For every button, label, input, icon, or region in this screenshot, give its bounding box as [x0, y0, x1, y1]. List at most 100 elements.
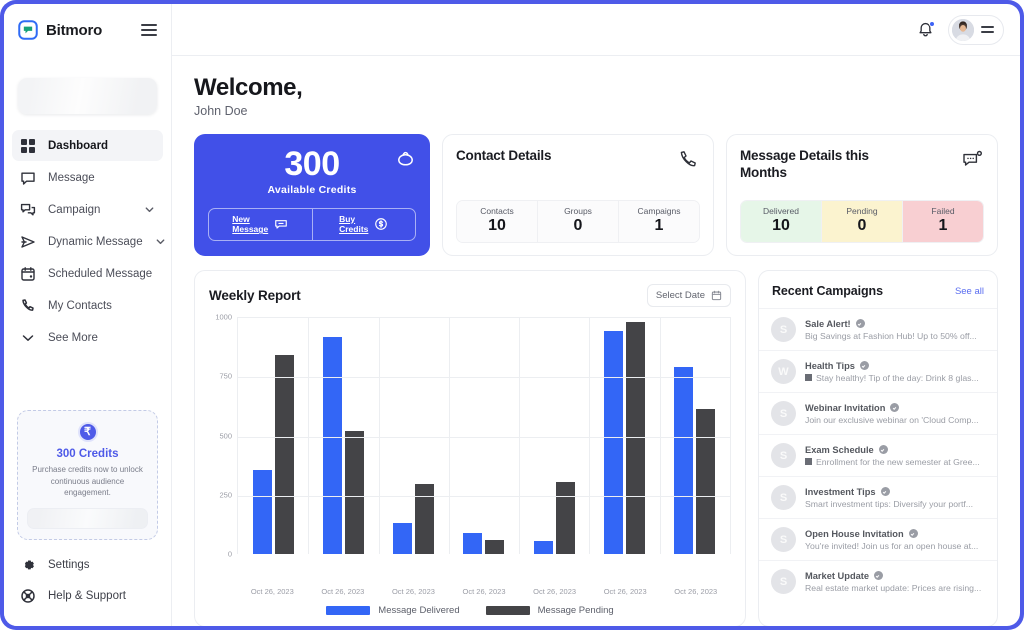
- recent-campaigns-header: Recent Campaigns See all: [759, 284, 997, 308]
- phone-icon: [20, 298, 36, 314]
- sidebar-item-label: Settings: [48, 559, 90, 571]
- bar-message-pending[interactable]: [344, 430, 364, 554]
- credit-promo-amount: 300 Credits: [56, 448, 119, 461]
- bar-message-pending[interactable]: [626, 321, 646, 554]
- contact-details-stats: Contacts 10 Groups 0 Campaigns 1: [456, 200, 700, 243]
- campaign-description-text: Big Savings at Fashion Hub! Up to 50% of…: [805, 330, 977, 341]
- sidebar-account-placeholder[interactable]: [18, 78, 157, 114]
- chart-legend-item[interactable]: Message Pending: [485, 605, 614, 616]
- campaign-description-text: Smart investment tips: Diversify your po…: [805, 498, 974, 509]
- chart-gridline-vertical: [378, 318, 380, 554]
- sidebar-item-label: Dynamic Message: [48, 235, 143, 248]
- phone-icon: [677, 149, 699, 171]
- bell-icon[interactable]: [917, 21, 935, 38]
- new-message-label-line2: Message: [232, 224, 269, 235]
- sidebar-item-dashboard[interactable]: Dashboard: [12, 130, 163, 161]
- select-date-button[interactable]: Select Date: [646, 284, 731, 307]
- calendar-icon: [20, 266, 36, 282]
- main-area: Welcome, John Doe 300 Available Credits: [172, 4, 1020, 626]
- sidebar-item-scheduled-message[interactable]: Scheduled Message: [12, 258, 163, 289]
- stat-campaigns: Campaigns 1: [618, 201, 699, 242]
- chart-legend-item[interactable]: Message Delivered: [326, 605, 460, 616]
- stat-label: Groups: [564, 206, 592, 216]
- campaign-name: Market Update: [805, 570, 870, 581]
- campaign-body: Health Tips Stay healthy! Tip of the day:…: [805, 361, 985, 383]
- campaign-icon: [20, 202, 36, 218]
- list-item[interactable]: S Open House Invitation You're invited! Jo…: [759, 518, 997, 560]
- sidebar-brand-row: Bitmoro: [4, 4, 171, 56]
- bar-message-delivered[interactable]: [674, 366, 694, 554]
- campaign-name: Sale Alert!: [805, 318, 851, 329]
- chart-plot-area: [237, 317, 731, 554]
- sidebar-item-dynamic-message[interactable]: Dynamic Message: [12, 226, 166, 257]
- notification-dot: [929, 21, 935, 27]
- bar-message-delivered[interactable]: [533, 540, 553, 554]
- credit-promo-button-placeholder[interactable]: [27, 508, 148, 529]
- campaign-description: You're invited! Join us for an open hous…: [805, 541, 985, 551]
- chart-x-tick: Oct 26, 2023: [674, 587, 718, 596]
- bar-message-delivered[interactable]: [604, 331, 624, 554]
- chart-gridline: [238, 495, 730, 497]
- bar-message-pending[interactable]: [485, 539, 505, 554]
- campaign-body: Investment Tips Smart investment tips: Di…: [805, 487, 985, 509]
- chevron-down-icon[interactable]: [144, 204, 155, 215]
- bar-message-pending[interactable]: [274, 354, 294, 554]
- sidebar-footer-nav: Settings Help & Support: [4, 550, 171, 626]
- chart-x-axis: Oct 26, 2023 Oct 26, 2023 Oct 26, 2023 Oct …: [237, 587, 731, 596]
- gear-icon: [20, 557, 36, 573]
- stat-label: Failed: [931, 206, 955, 216]
- stat-label: Contacts: [480, 206, 514, 216]
- see-all-link[interactable]: See all: [955, 286, 984, 297]
- calendar-icon: [711, 290, 722, 301]
- campaign-name: Investment Tips: [805, 486, 876, 497]
- avatar: S: [771, 485, 796, 510]
- verified-check-icon: [855, 319, 865, 328]
- bar-message-pending[interactable]: [555, 481, 575, 554]
- avatar: W: [771, 359, 796, 384]
- chevron-down-icon[interactable]: [155, 236, 166, 247]
- bar-message-delivered[interactable]: [463, 532, 483, 554]
- stat-value: 10: [772, 217, 790, 234]
- chart-gridline-vertical: [448, 318, 450, 554]
- weekly-report-card: Weekly Report Select Date 0 250 500 750 …: [194, 270, 746, 626]
- bar-message-delivered[interactable]: [252, 469, 272, 554]
- sidebar-item-see-more[interactable]: See More: [12, 322, 163, 353]
- chart-x-tick: Oct 26, 2023: [533, 587, 577, 596]
- list-item[interactable]: S Exam Schedule Enrollment for the new sem…: [759, 434, 997, 476]
- sidebar-item-settings[interactable]: Settings: [12, 550, 163, 580]
- campaign-name-row: Exam Schedule: [805, 445, 985, 455]
- campaign-body: Exam Schedule Enrollment for the new seme…: [805, 445, 985, 467]
- stat-value: 1: [938, 217, 948, 234]
- bar-message-pending[interactable]: [415, 484, 435, 554]
- list-item[interactable]: S Market Update Real estate market update:…: [759, 560, 997, 602]
- lifebuoy-icon: [20, 588, 36, 604]
- sidebar-item-label: Message: [48, 171, 95, 184]
- list-item[interactable]: S Sale Alert! Big Savings at Fashion Hub! …: [759, 308, 997, 350]
- profile-menu-button[interactable]: [948, 14, 1004, 45]
- stat-value: 10: [488, 217, 506, 234]
- sidebar-item-help-support[interactable]: Help & Support: [12, 581, 163, 611]
- bar-message-delivered[interactable]: [322, 337, 342, 554]
- list-item[interactable]: S Investment Tips Smart investment tips: D…: [759, 476, 997, 518]
- campaign-name: Open House Invitation: [805, 528, 904, 539]
- sidebar-item-campaign[interactable]: Campaign: [12, 194, 163, 225]
- avatar: S: [771, 527, 796, 552]
- chart-gridline-vertical: [308, 318, 310, 554]
- message-details-title: Message Details this Months: [740, 148, 869, 181]
- chart-x-tick: Oct 26, 2023: [391, 587, 435, 596]
- campaign-description-text: Enrollment for the new semester at Gree.…: [816, 456, 980, 467]
- sidebar-item-my-contacts[interactable]: My Contacts: [12, 290, 163, 321]
- square-glyph-icon: [805, 374, 812, 381]
- campaign-description: Stay healthy! Tip of the day: Drink 8 gl…: [805, 373, 985, 383]
- bar-message-delivered[interactable]: [393, 523, 413, 554]
- sidebar-item-message[interactable]: Message: [12, 162, 163, 193]
- sidebar-toggle-hamburger-icon[interactable]: [141, 24, 157, 36]
- new-message-button[interactable]: New Message: [209, 209, 312, 240]
- list-item[interactable]: W Health Tips Stay healthy! Tip of the day…: [759, 350, 997, 392]
- buy-credits-button[interactable]: Buy Credits: [311, 208, 416, 240]
- list-item[interactable]: S Webinar Invitation Join our exclusive we…: [759, 392, 997, 434]
- message-details-card: Message Details this Months Delivered 10…: [726, 134, 998, 256]
- summary-cards-row: 300 Available Credits New Message Buy Cr…: [194, 134, 998, 256]
- bar-message-pending[interactable]: [696, 409, 716, 554]
- campaign-name-row: Investment Tips: [805, 487, 985, 497]
